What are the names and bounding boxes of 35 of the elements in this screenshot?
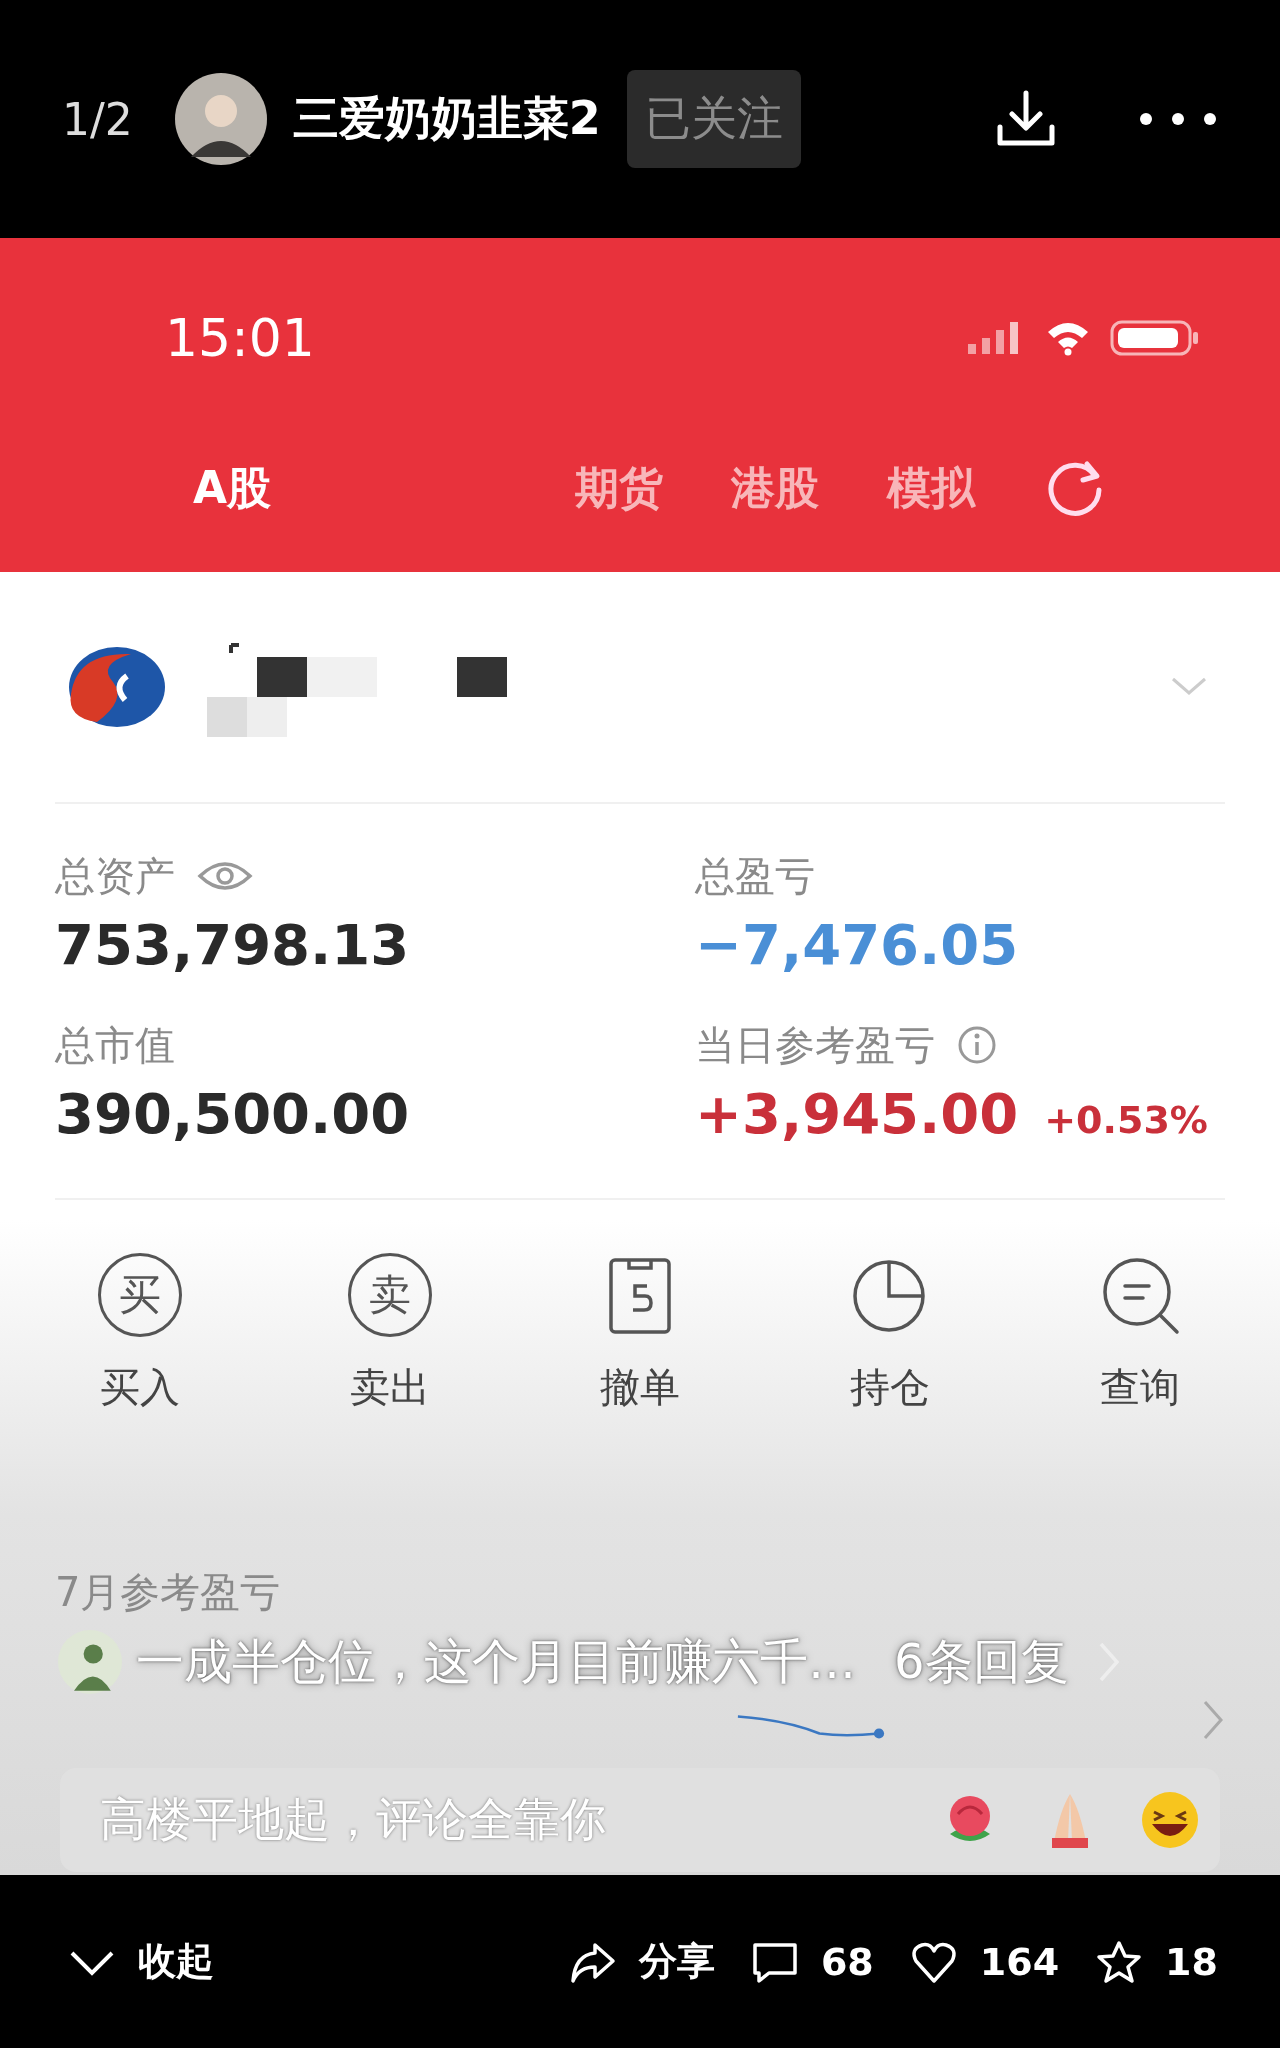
metric-value: −7,476.05	[695, 912, 1019, 977]
metric-value: 390,500.00	[55, 1081, 410, 1146]
more-icon[interactable]	[1138, 111, 1218, 127]
info-icon[interactable]	[957, 1025, 997, 1065]
star-icon	[1095, 1938, 1144, 1985]
battery-icon	[1110, 318, 1200, 358]
favorite-button[interactable]: 18	[1095, 1938, 1218, 1985]
share-button[interactable]: 分享	[568, 1936, 715, 1987]
comment-text: 一成半仓位，这个月目前赚六千…	[136, 1632, 856, 1691]
market-tab[interactable]: A股	[193, 458, 272, 518]
trade-icon: 卖	[348, 1253, 432, 1337]
action-button[interactable]: 卖 卖出	[325, 1250, 455, 1415]
action-button[interactable]: 持仓	[825, 1250, 955, 1415]
action-button[interactable]: 买 买入	[75, 1250, 205, 1415]
laughing-face-icon[interactable]	[1140, 1790, 1200, 1850]
metric-label: 总资产	[55, 851, 175, 901]
author-name[interactable]: 三爱奶奶韭菜2	[292, 88, 601, 150]
collapse-button[interactable]: 收起	[68, 1936, 214, 1987]
comment-prompt-field[interactable]: 高楼平地起，评论全靠你	[60, 1768, 1220, 1872]
percent-change: +0.53%	[1044, 1098, 1208, 1142]
avatar-icon[interactable]	[174, 73, 267, 165]
page-counter: 1/2	[62, 93, 133, 145]
metric-value: 753,798.13	[55, 912, 410, 977]
metric-label: 7月参考盈亏	[55, 1569, 281, 1615]
metric-value: +3,945.00	[695, 1081, 1019, 1146]
like-button[interactable]: 164	[909, 1938, 1060, 1985]
follow-button[interactable]: 已关注	[626, 70, 801, 168]
action-button[interactable]: 撤单	[575, 1250, 705, 1415]
comment-button[interactable]: 68	[750, 1938, 874, 1985]
status-time: 15:01	[165, 308, 316, 368]
metric-label: 总盈亏	[695, 851, 815, 901]
trade-icon: 买	[98, 1253, 182, 1337]
metric-label: 总市值	[55, 1020, 175, 1070]
action-button[interactable]: 查询	[1075, 1250, 1205, 1415]
metric-label: 当日参考盈亏	[695, 1020, 935, 1070]
